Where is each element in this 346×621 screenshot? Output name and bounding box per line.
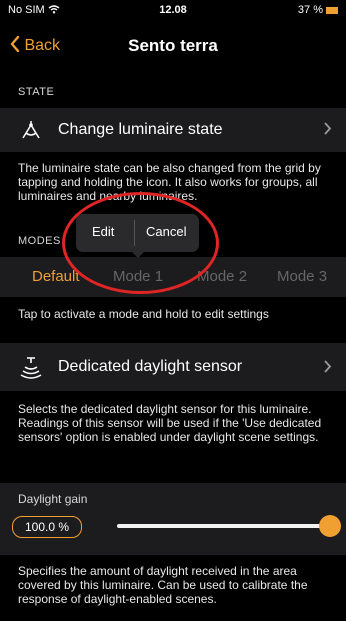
change-luminaire-state-label: Change luminaire state (58, 121, 223, 138)
section-label-state: STATE (18, 86, 55, 98)
mode-3[interactable]: Mode 3 (277, 268, 327, 285)
gain-description: Specifies the amount of daylight receive… (18, 564, 308, 606)
edit-button[interactable]: Edit (92, 224, 114, 239)
mode-2[interactable]: Mode 2 (197, 268, 247, 285)
popup-divider (134, 220, 135, 246)
cancel-button[interactable]: Cancel (146, 224, 186, 239)
section-label-modes: MODES (18, 235, 61, 247)
status-bar: No SIM 12.08 37 % (0, 0, 346, 22)
battery-icon (326, 6, 338, 14)
daylight-gain-slider-thumb[interactable] (319, 515, 341, 537)
popup-caret (132, 252, 144, 258)
state-description: The luminaire state can be also changed … (18, 161, 321, 203)
chevron-right-icon (324, 122, 332, 138)
daylight-gain-label: Daylight gain (18, 492, 88, 506)
dedicated-daylight-sensor-row[interactable]: Dedicated daylight sensor (0, 343, 346, 391)
sensor-description: Selects the dedicated daylight sensor fo… (18, 402, 322, 444)
change-luminaire-state-row[interactable]: Change luminaire state (0, 108, 346, 152)
daylight-gain-slider-track[interactable] (117, 524, 332, 528)
daylight-sensor-icon (20, 355, 42, 384)
chevron-right-icon (324, 360, 332, 376)
clock-text: 12.08 (159, 4, 187, 16)
dedicated-daylight-sensor-label: Dedicated daylight sensor (58, 358, 243, 375)
daylight-gain-value[interactable]: 100.0 % (12, 516, 82, 538)
modes-hint: Tap to activate a mode and hold to edit … (18, 307, 269, 321)
mode-context-menu: Edit Cancel (76, 214, 199, 252)
navigation-bar: Back Sento terra (0, 22, 346, 66)
luminaire-icon (20, 120, 42, 147)
mode-default[interactable]: Default (32, 268, 80, 285)
mode-1[interactable]: Mode 1 (113, 268, 163, 285)
battery-text: 37 % (298, 4, 338, 16)
daylight-gain-row: Daylight gain 100.0 % (0, 483, 346, 555)
page-title: Sento terra (128, 36, 218, 55)
mode-selector: Default Mode 1 Mode 2 Mode 3 (0, 257, 346, 297)
